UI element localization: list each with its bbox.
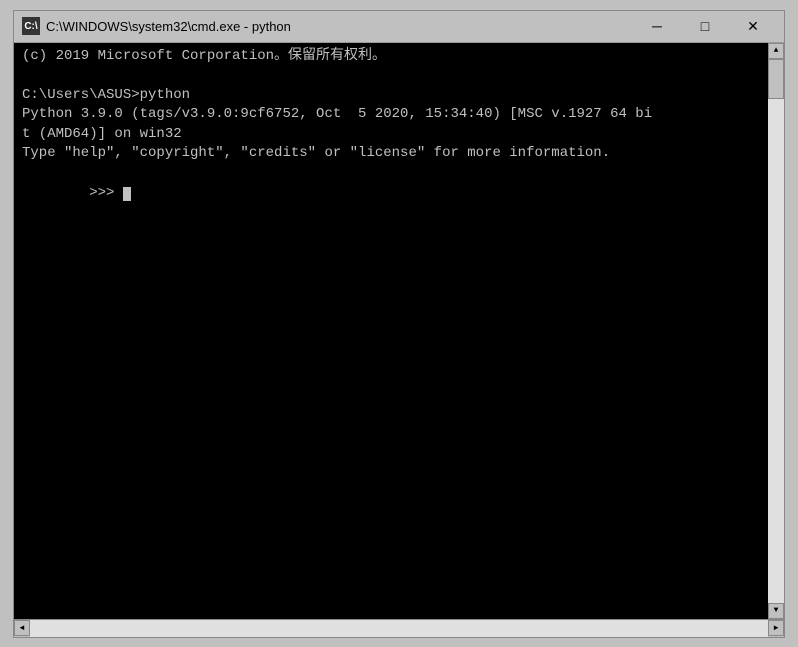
window-controls: ─ □ ✕ <box>634 14 776 38</box>
maximize-button[interactable]: □ <box>682 14 728 38</box>
scroll-track <box>768 59 784 603</box>
terminal-prompt: >>> <box>22 164 764 223</box>
cursor <box>123 187 131 201</box>
minimize-button[interactable]: ─ <box>634 14 680 38</box>
scroll-thumb[interactable] <box>768 59 784 99</box>
h-scroll-track <box>30 620 768 637</box>
scroll-right-button[interactable]: ► <box>768 620 784 636</box>
scroll-left-button[interactable]: ◄ <box>14 620 30 636</box>
cmd-window: C:\ C:\WINDOWS\system32\cmd.exe - python… <box>13 10 785 638</box>
terminal-line-2 <box>22 66 764 86</box>
terminal-line-6: Type "help", "copyright", "credits" or "… <box>22 144 764 164</box>
terminal-line-1: (c) 2019 Microsoft Corporation。保留所有权利。 <box>22 47 764 67</box>
terminal-line-4: Python 3.9.0 (tags/v3.9.0:9cf6752, Oct 5… <box>22 105 764 125</box>
terminal-line-3: C:\Users\ASUS>python <box>22 86 764 106</box>
title-bar: C:\ C:\WINDOWS\system32\cmd.exe - python… <box>14 11 784 43</box>
window-title: C:\WINDOWS\system32\cmd.exe - python <box>46 19 634 34</box>
scroll-down-button[interactable]: ▼ <box>768 603 784 619</box>
scroll-up-button[interactable]: ▲ <box>768 43 784 59</box>
terminal-line-5: t (AMD64)] on win32 <box>22 125 764 145</box>
window-icon: C:\ <box>22 17 40 35</box>
terminal-output[interactable]: (c) 2019 Microsoft Corporation。保留所有权利。 C… <box>14 43 784 619</box>
close-button[interactable]: ✕ <box>730 14 776 38</box>
horizontal-scrollbar[interactable]: ◄ ► <box>14 619 784 637</box>
vertical-scrollbar[interactable]: ▲ ▼ <box>768 43 784 619</box>
